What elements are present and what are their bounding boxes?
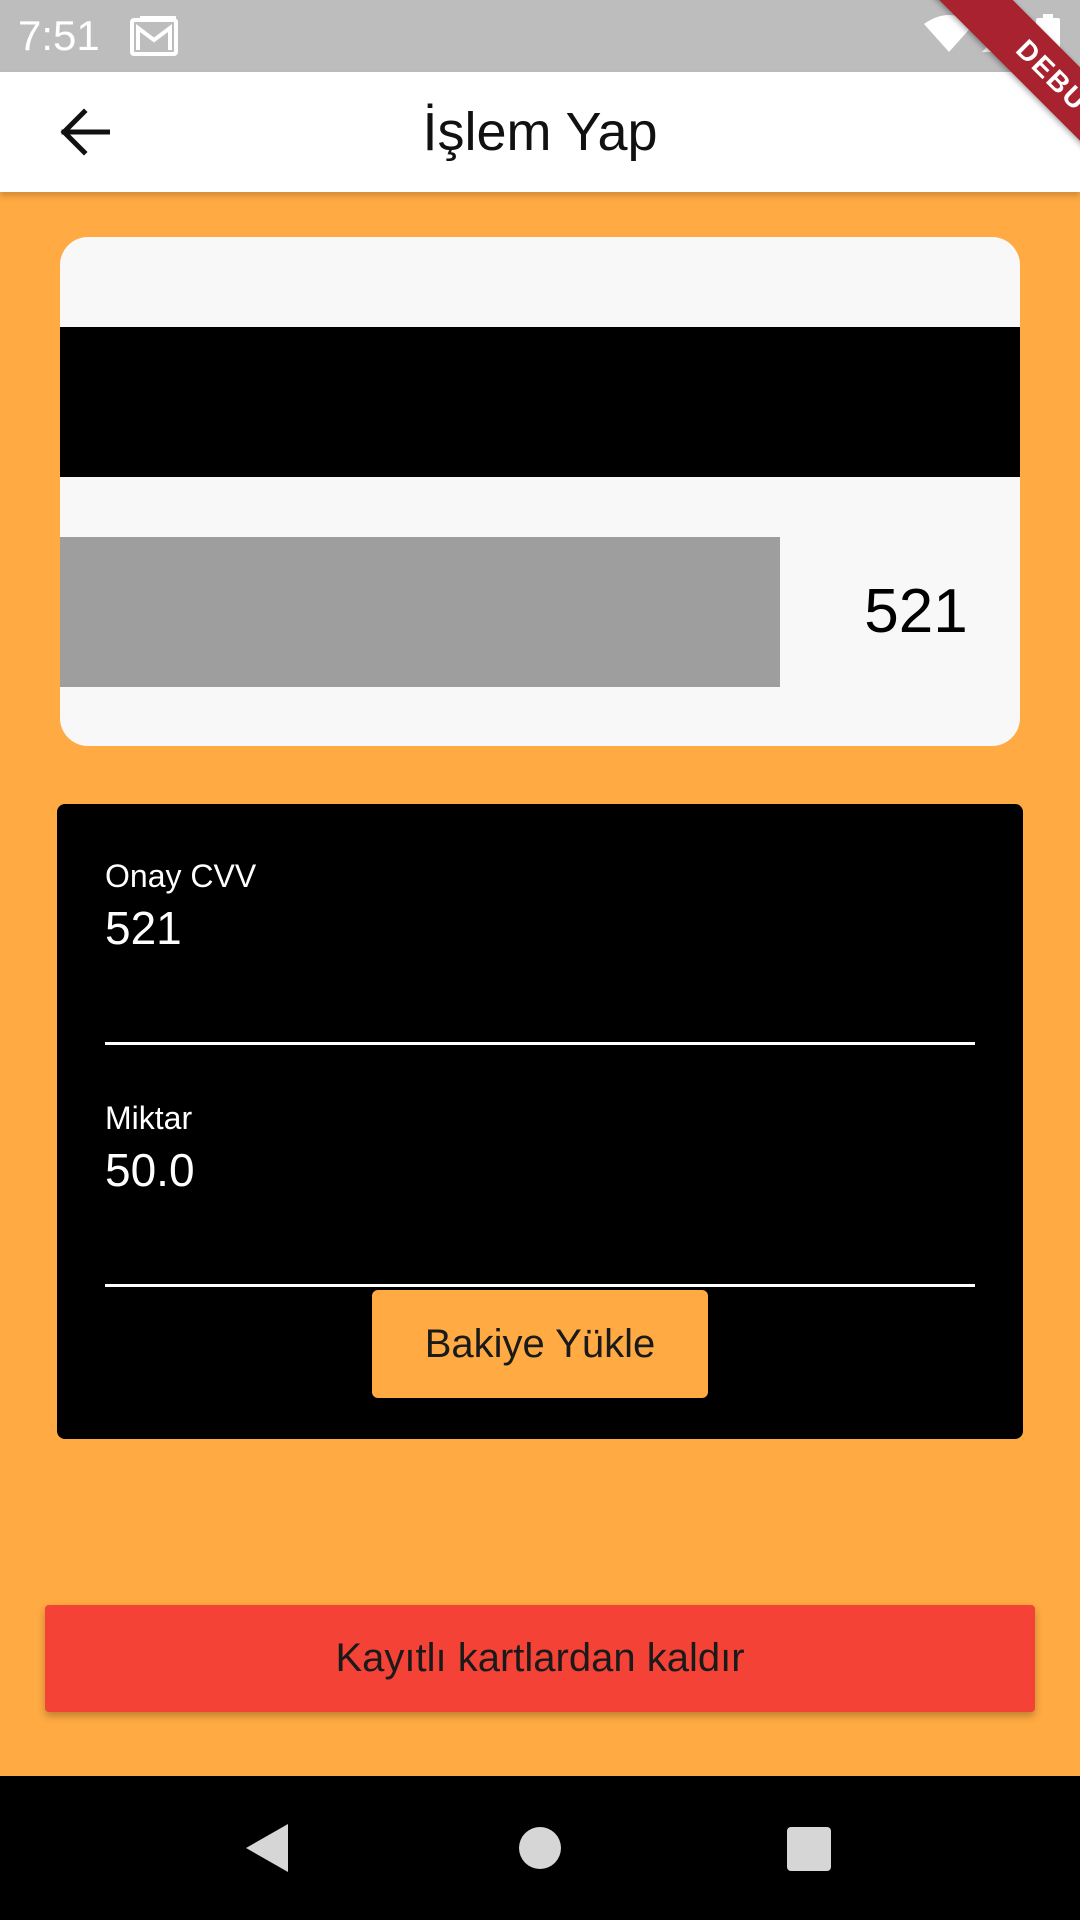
transaction-form: Onay CVV 521 Miktar 50.0 Bakiye Yükle <box>57 804 1023 1439</box>
back-button[interactable] <box>48 102 120 162</box>
amount-input[interactable]: 50.0 <box>105 1142 975 1198</box>
amount-field[interactable]: Miktar 50.0 <box>105 1098 975 1287</box>
load-balance-button[interactable]: Bakiye Yükle <box>372 1290 708 1398</box>
navigation-bar <box>0 1776 1080 1920</box>
credit-card-back: 521 <box>60 237 1020 746</box>
amount-field-underline <box>105 1284 975 1287</box>
cvv-field-label: Onay CVV <box>105 858 257 894</box>
cvv-field[interactable]: Onay CVV 521 <box>105 856 975 1045</box>
cvv-field-underline <box>105 1042 975 1045</box>
arrow-back-icon <box>60 108 110 156</box>
amount-field-label: Miktar <box>105 1100 193 1136</box>
card-cvv-number: 521 <box>864 577 968 646</box>
nav-recents-icon[interactable] <box>786 1826 832 1872</box>
cvv-input[interactable]: 521 <box>105 900 975 956</box>
nav-home-icon[interactable] <box>518 1826 562 1870</box>
app-screen: 7:51 DEBUG İşlem Yap 521 Onay CVV 521 Mi… <box>0 0 1080 1920</box>
remove-saved-card-button[interactable]: Kayıtlı kartlardan kaldır <box>45 1605 1035 1712</box>
signature-strip <box>60 537 780 687</box>
nav-back-icon[interactable] <box>242 1822 292 1874</box>
status-time: 7:51 <box>18 12 100 59</box>
status-bar: 7:51 <box>0 0 1080 72</box>
mail-icon <box>130 16 178 56</box>
magnetic-stripe <box>60 327 1020 477</box>
app-bar: İşlem Yap <box>0 72 1080 192</box>
page-title: İşlem Yap <box>422 102 658 162</box>
